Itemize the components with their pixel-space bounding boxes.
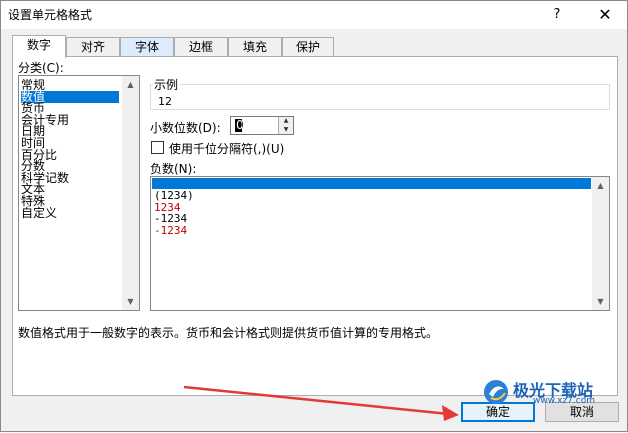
decimal-places-stepper[interactable]: 0 ▲ ▼ — [230, 116, 294, 135]
format-description: 数值格式用于一般数字的表示。货币和会计格式则提供货币值计算的专用格式。 — [18, 326, 439, 340]
negative-numbers-label: 负数(N): — [150, 162, 197, 176]
scroll-up-icon[interactable]: ▲ — [592, 177, 609, 194]
stepper-up-icon[interactable]: ▲ — [279, 117, 293, 125]
negative-numbers-listbox[interactable]: (1234)(1234)1234-1234-1234 ▲ ▼ — [150, 176, 610, 311]
stepper-buttons: ▲ ▼ — [278, 117, 293, 134]
thousands-separator-checkbox[interactable] — [151, 141, 164, 154]
negative-selection — [152, 178, 591, 189]
format-cells-dialog: 设置单元格格式 ? ✕ 数字 对齐 字体 边框 填充 保护 分类(C): 常规数… — [0, 0, 628, 432]
category-scrollbar[interactable]: ▲ ▼ — [122, 76, 139, 310]
watermark-url: www.xz7.com — [533, 396, 595, 406]
scroll-down-icon[interactable]: ▼ — [592, 293, 609, 310]
scroll-down-icon[interactable]: ▼ — [122, 293, 139, 310]
scroll-up-icon[interactable]: ▲ — [122, 76, 139, 93]
sample-groupbox — [150, 84, 610, 110]
negative-format-item[interactable]: (1234) — [154, 189, 194, 202]
category-listbox[interactable]: 常规 数值 货币 会计专用 日期 时间 百分比 分数 科学记数 文本 特殊 自定义 ▲ ▼ — [18, 75, 140, 311]
decimal-places-label: 小数位数(D): — [150, 121, 221, 135]
thousands-separator-label: 使用千位分隔符(,)(U) — [169, 142, 285, 156]
category-label: 分类(C): — [18, 61, 64, 75]
watermark-logo-icon — [484, 380, 508, 404]
decimal-places-value: 0 — [236, 118, 244, 132]
sample-value: 12 — [158, 95, 172, 108]
negative-format-item[interactable]: -1234 — [154, 225, 187, 237]
negative-scrollbar[interactable]: ▲ ▼ — [592, 177, 609, 310]
stepper-down-icon[interactable]: ▼ — [279, 126, 293, 134]
category-item[interactable]: 自定义 — [21, 207, 57, 219]
sample-label: 示例 — [153, 76, 180, 93]
watermark: 极光下载站 www.xz7.com — [481, 377, 625, 407]
